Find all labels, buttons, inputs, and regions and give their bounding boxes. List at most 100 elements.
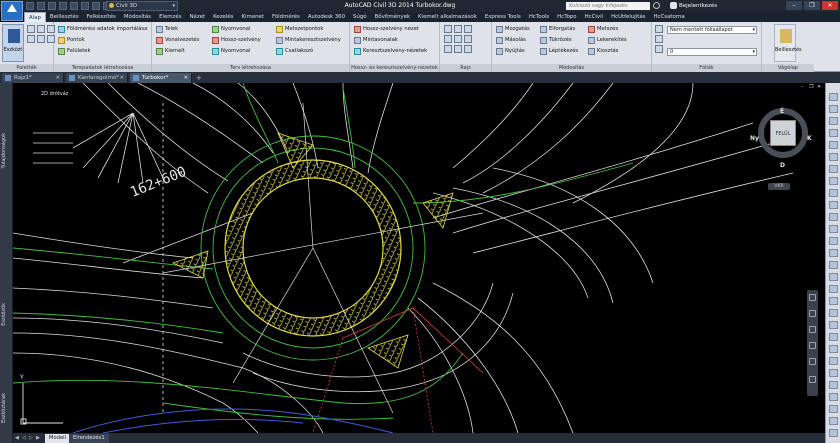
- tool-icon[interactable]: [829, 297, 838, 305]
- alignment-button[interactable]: Vonalvezetés: [156, 36, 199, 45]
- section-views-button[interactable]: Keresztszelvény-nézetek: [354, 47, 427, 56]
- showmotion-icon[interactable]: [809, 358, 816, 365]
- tool-icon[interactable]: [829, 105, 838, 113]
- tool-icon[interactable]: [829, 201, 838, 209]
- tool-icon[interactable]: [829, 153, 838, 161]
- tab-autodesk-360[interactable]: Autodesk 360: [304, 12, 349, 22]
- tab-nezet[interactable]: Nézet: [186, 12, 210, 22]
- minimize-button[interactable]: –: [786, 1, 802, 10]
- spline-icon[interactable]: [444, 45, 452, 53]
- undo-icon[interactable]: [81, 2, 89, 10]
- tool-icon[interactable]: [829, 309, 838, 317]
- toolbars-palette-label[interactable]: Eszköztárak: [1, 393, 11, 423]
- rotate-button[interactable]: Elforgatás: [540, 25, 575, 34]
- viewport-visual-style[interactable]: 2D drótváz: [41, 91, 68, 97]
- new-icon[interactable]: [26, 2, 34, 10]
- tool-icon[interactable]: [829, 189, 838, 197]
- parcel-button[interactable]: Telek: [156, 25, 178, 34]
- plot-icon[interactable]: [70, 2, 78, 10]
- first-layout-icon[interactable]: ◀: [15, 434, 21, 442]
- search-icon[interactable]: [653, 2, 660, 9]
- stretch-button[interactable]: Nyújtás: [496, 47, 525, 56]
- restore-icon[interactable]: ❐: [809, 85, 815, 90]
- tab-kimenet[interactable]: Kimenet: [237, 12, 267, 22]
- tool-icon[interactable]: [829, 93, 838, 101]
- move-button[interactable]: Mozgatás: [496, 25, 530, 34]
- tool-icon[interactable]: [829, 225, 838, 233]
- profile-view-button[interactable]: Hossz-szelvény nézet: [354, 25, 419, 34]
- close-icon[interactable]: ✕: [120, 73, 124, 83]
- grid-icon[interactable]: [37, 35, 45, 43]
- scale-button[interactable]: Léptékezés: [540, 47, 578, 56]
- layer-state-select[interactable]: Nem mentett fóliaállapot ▾: [667, 26, 757, 34]
- tool-icon[interactable]: [829, 405, 838, 413]
- fillet-button[interactable]: Lekerekítés: [588, 36, 627, 45]
- tool-icon[interactable]: [829, 285, 838, 293]
- toolspace-button[interactable]: Eszközt: [2, 24, 24, 62]
- orbit-icon[interactable]: [809, 342, 816, 349]
- compass-north[interactable]: É: [780, 108, 784, 115]
- close-button[interactable]: ✕: [822, 1, 838, 10]
- tool-icon[interactable]: [829, 357, 838, 365]
- layer-match-icon[interactable]: [655, 35, 663, 43]
- tool-icon[interactable]: [829, 177, 838, 185]
- tools-palette-label[interactable]: Eszközök: [1, 303, 11, 326]
- close-icon[interactable]: ✕: [184, 73, 188, 83]
- current-layer-select[interactable]: 0 ▾: [667, 48, 757, 56]
- tool-icon[interactable]: [829, 333, 838, 341]
- assembly-button[interactable]: Mintakeresztszelvény: [276, 36, 341, 45]
- drawing-viewport[interactable]: Y 2D drótváz 162+600 – ❐ ✕: [13, 83, 825, 433]
- tab-beillesztes[interactable]: Beillesztés: [46, 12, 83, 22]
- tab-kiemelt-alkalmazasok[interactable]: Kiemelt alkalmazások: [414, 12, 481, 22]
- layout-tab-elrendezes1[interactable]: Elrendezés1: [69, 434, 109, 443]
- tool-icon[interactable]: [829, 213, 838, 221]
- steering-wheel-icon[interactable]: [809, 294, 816, 301]
- new-tab-icon[interactable]: +: [196, 74, 202, 82]
- copy-button[interactable]: Másolás: [496, 36, 526, 45]
- trim-button[interactable]: Metszés: [588, 25, 618, 34]
- tool-icon[interactable]: [829, 117, 838, 125]
- next-layout-icon[interactable]: ▷: [29, 434, 35, 442]
- doc-tab-kanfarogolmo[interactable]: Kanfarogolmó* ✕: [66, 73, 128, 83]
- save-as-icon[interactable]: [59, 2, 67, 10]
- tab-hctools[interactable]: HcTools: [525, 12, 553, 22]
- pan-icon[interactable]: [809, 310, 816, 317]
- open-icon[interactable]: [37, 2, 45, 10]
- surfaces-button[interactable]: Felületek: [58, 47, 90, 56]
- properties-palette-label[interactable]: Tulajdonságok: [1, 133, 11, 169]
- tab-hccivil[interactable]: HcCivil: [581, 12, 607, 22]
- mirror-button[interactable]: Tükrözés: [540, 36, 572, 45]
- tab-alap[interactable]: Alap: [24, 12, 46, 22]
- tool-icon[interactable]: [829, 345, 838, 353]
- last-layout-icon[interactable]: ▶: [36, 434, 42, 442]
- tab-hctopo[interactable]: HcTopo: [553, 12, 580, 22]
- application-menu-button[interactable]: [1, 1, 23, 21]
- hatch-icon[interactable]: [464, 35, 472, 43]
- tab-kezeles[interactable]: Kezelés: [209, 12, 237, 22]
- tool-icon[interactable]: [829, 393, 838, 401]
- import-survey-button[interactable]: Földmérési adatok importálása: [58, 25, 147, 34]
- tab-express-tools[interactable]: Express Tools: [481, 12, 525, 22]
- compass-east[interactable]: K: [807, 135, 812, 142]
- sample-lines-button[interactable]: Mintavonalak: [354, 36, 398, 45]
- tool-icon[interactable]: [829, 369, 838, 377]
- arc-icon[interactable]: [444, 35, 452, 43]
- profile-button[interactable]: Nyomvonal: [212, 25, 250, 34]
- ellipse-icon[interactable]: [454, 45, 462, 53]
- points-button[interactable]: Pontok: [58, 36, 85, 45]
- panorama-icon[interactable]: [27, 35, 35, 43]
- viewcube-face[interactable]: FELÜL: [770, 120, 796, 146]
- workspace-select[interactable]: Civil 3D ▾: [106, 1, 178, 11]
- tab-foldmeres[interactable]: Földmérés: [268, 12, 304, 22]
- tool-icon[interactable]: [829, 141, 838, 149]
- viewcube[interactable]: FELÜL É D K Ny VKR: [748, 100, 818, 190]
- tool-icon[interactable]: [829, 249, 838, 257]
- feature-line-button[interactable]: Kiemelt: [156, 47, 185, 56]
- long-section-button[interactable]: Hossz-szelvény: [212, 36, 261, 45]
- tool-icon[interactable]: [829, 129, 838, 137]
- array-button[interactable]: Kiosztás: [588, 47, 618, 56]
- pipe-network-button[interactable]: Csatlakozó: [276, 47, 313, 56]
- zoom-icon[interactable]: [809, 326, 816, 333]
- signin-button[interactable]: Bejelentkezés: [670, 2, 722, 10]
- paste-button[interactable]: Beillesztés: [774, 24, 802, 62]
